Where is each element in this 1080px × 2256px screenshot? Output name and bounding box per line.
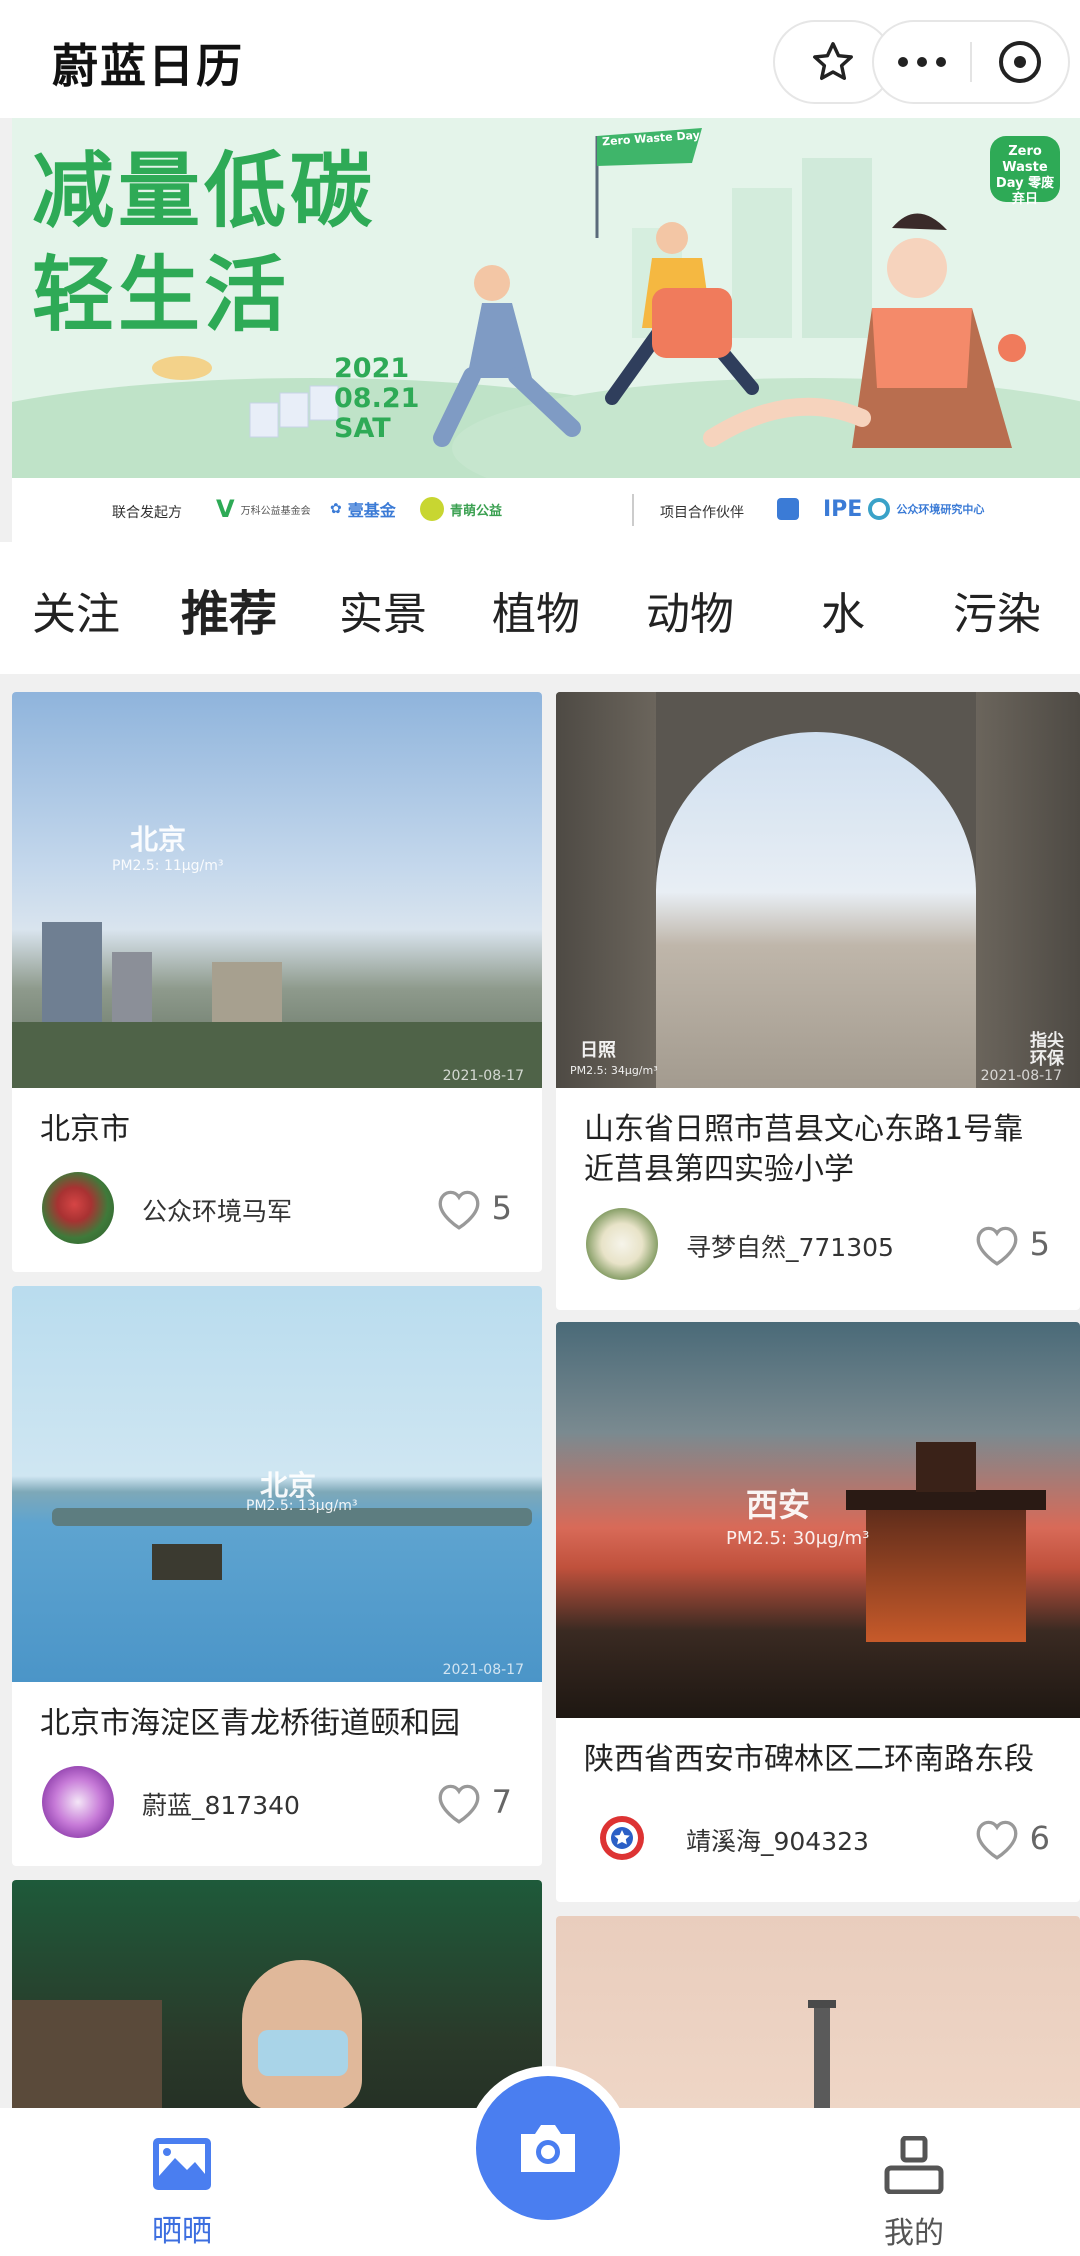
partner-logo-1: V 万科公益基金会 xyxy=(216,495,311,523)
card-location: 北京市 xyxy=(40,1112,130,1147)
card-photo[interactable] xyxy=(556,1916,1080,2108)
banner-date: 2021 08.21 SAT xyxy=(334,354,419,444)
tab-animals[interactable]: 动物 xyxy=(630,578,750,642)
camera-button[interactable] xyxy=(466,2066,630,2230)
category-tabs: 关注 推荐 实景 植物 动物 水 污染 xyxy=(0,542,1080,674)
like-button[interactable]: 7 xyxy=(434,1780,512,1824)
nav-item-share[interactable]: 晒晒 xyxy=(102,2136,262,2250)
partner-logo-3: 青萌公益 xyxy=(420,496,502,522)
card-username[interactable]: 靖溪海_904323 xyxy=(686,1822,869,1858)
feed-card[interactable]: 西安 PM2.5: 30μg/m³ 陕西省西安市碑林区二环南路东段 靖溪海_90… xyxy=(556,1322,1080,1902)
card-username[interactable]: 蔚蓝_817340 xyxy=(142,1786,300,1822)
tab-plants[interactable]: 植物 xyxy=(476,578,596,642)
nav-label-mine: 我的 xyxy=(884,2216,944,2251)
photo-city-label: 日照 xyxy=(580,1040,616,1061)
avatar[interactable] xyxy=(586,1802,658,1874)
photo-city-label: 北京 xyxy=(130,823,187,856)
card-username[interactable]: 公众环境马军 xyxy=(142,1192,292,1228)
photo-pm-label: PM2.5: 13μg/m³ xyxy=(246,1498,358,1514)
card-location: 陕西省西安市碑林区二环南路东段 xyxy=(584,1742,1034,1777)
close-icon xyxy=(998,41,1041,83)
photo-date: 2021-08-17 xyxy=(442,1068,524,1084)
partner-divider xyxy=(632,494,634,526)
like-button[interactable]: 5 xyxy=(972,1222,1050,1266)
like-count: 5 xyxy=(1029,1225,1050,1263)
photo-pm-label: PM2.5: 34μg/m³ xyxy=(570,1064,658,1077)
avatar[interactable] xyxy=(42,1172,114,1244)
close-button[interactable] xyxy=(972,22,1068,102)
feed-card[interactable] xyxy=(556,1916,1080,2108)
card-location: 北京市海淀区青龙桥街道颐和园 xyxy=(40,1706,460,1741)
banner-partners: 联合发起方 V 万科公益基金会 ✿ 壹基金 青萌公益 项目合作伙伴 IPE 公众环境… xyxy=(12,478,1080,542)
miniprogram-capsule xyxy=(872,20,1070,104)
card-photo[interactable]: 北京 PM2.5: 13μg/m³ 2021-08-17 xyxy=(12,1286,542,1682)
app-title: 蔚蓝日历 xyxy=(52,39,244,93)
co-initiators-label: 联合发起方 xyxy=(112,505,182,521)
banner-title-line1: 减量低碳 xyxy=(32,144,377,239)
feed-card[interactable]: 日照 PM2.5: 34μg/m³ 指尖环保 2021-08-17 山东省日照市… xyxy=(556,692,1080,1310)
avatar[interactable] xyxy=(586,1208,658,1280)
project-partner-label: 项目合作伙伴 xyxy=(660,505,744,521)
more-button[interactable] xyxy=(874,22,970,102)
tab-follow[interactable]: 关注 xyxy=(16,578,136,642)
shield-avatar-icon xyxy=(600,1816,644,1860)
card-username[interactable]: 寻梦自然_771305 xyxy=(686,1228,894,1264)
photo-city-label: 西安 xyxy=(746,1486,811,1524)
banner-date-md: 08.21 xyxy=(334,383,420,414)
banner-title: 减量低碳 轻生活 xyxy=(32,140,376,348)
card-photo[interactable]: 西安 PM2.5: 30μg/m³ xyxy=(556,1322,1080,1718)
like-count: 5 xyxy=(491,1189,512,1227)
gallery-icon xyxy=(153,2138,211,2190)
like-count: 7 xyxy=(491,1783,512,1821)
tab-pollution[interactable]: 污染 xyxy=(937,578,1057,642)
like-button[interactable]: 5 xyxy=(434,1186,512,1230)
heart-icon xyxy=(976,1820,1018,1860)
photo-date: 2021-08-17 xyxy=(980,1068,1062,1084)
feed-card[interactable]: 北京 PM2.5: 13μg/m³ 2021-08-17 北京市海淀区青龙桥街道… xyxy=(12,1286,542,1866)
camera-icon xyxy=(521,2125,575,2172)
banner-date-year: 2021 xyxy=(334,353,410,384)
photo-pm-label: PM2.5: 30μg/m³ xyxy=(726,1528,870,1549)
partner-logo-2: ✿ 壹基金 xyxy=(330,501,396,520)
more-icon xyxy=(898,57,946,67)
nav-item-mine[interactable]: 我的 xyxy=(834,2135,994,2252)
banner-title-line2: 轻生活 xyxy=(32,248,291,343)
card-photo[interactable] xyxy=(12,1880,542,2108)
heart-icon xyxy=(438,1784,480,1824)
photo-date: 2021-08-17 xyxy=(442,1662,524,1678)
card-location: 山东省日照市莒县文心东路1号靠近莒县第四实验小学 xyxy=(584,1112,1024,1187)
zero-waste-badge: Zero Waste Day 零废弃日 xyxy=(990,136,1060,207)
photo-watermark: 指尖环保 xyxy=(1030,1031,1064,1069)
tab-real-scene[interactable]: 实景 xyxy=(323,578,443,642)
nav-label-share: 晒晒 xyxy=(152,2214,212,2249)
like-count: 6 xyxy=(1029,1819,1050,1857)
top-bar: 蔚蓝日历 xyxy=(0,0,1080,118)
photo-pm-label: PM2.5: 11μg/m³ xyxy=(112,858,224,874)
card-photo[interactable]: 北京 PM2.5: 11μg/m³ 2021-08-17 xyxy=(12,692,542,1088)
heart-icon xyxy=(976,1226,1018,1266)
feed-card[interactable]: 北京 PM2.5: 11μg/m³ 2021-08-17 北京市 公众环境马军 … xyxy=(12,692,542,1272)
promo-banner[interactable]: 减量低碳 轻生活 2021 08.21 SAT Zero Waste Day Z… xyxy=(12,118,1080,542)
partner-logo-4: IPE 公众环境研究中心 xyxy=(777,496,984,522)
heart-icon xyxy=(438,1190,480,1230)
star-icon xyxy=(813,42,853,81)
tab-recommend[interactable]: 推荐 xyxy=(169,574,289,644)
card-photo[interactable]: 日照 PM2.5: 34μg/m³ 指尖环保 2021-08-17 xyxy=(556,692,1080,1088)
photo-feed: 北京 PM2.5: 11μg/m³ 2021-08-17 北京市 公众环境马军 … xyxy=(0,674,1080,2108)
banner-date-day: SAT xyxy=(334,413,391,444)
avatar[interactable] xyxy=(42,1766,114,1838)
feed-card[interactable] xyxy=(12,1880,542,2108)
tab-water[interactable]: 水 xyxy=(783,578,903,642)
like-button[interactable]: 6 xyxy=(972,1816,1050,1860)
profile-icon xyxy=(884,2135,944,2195)
